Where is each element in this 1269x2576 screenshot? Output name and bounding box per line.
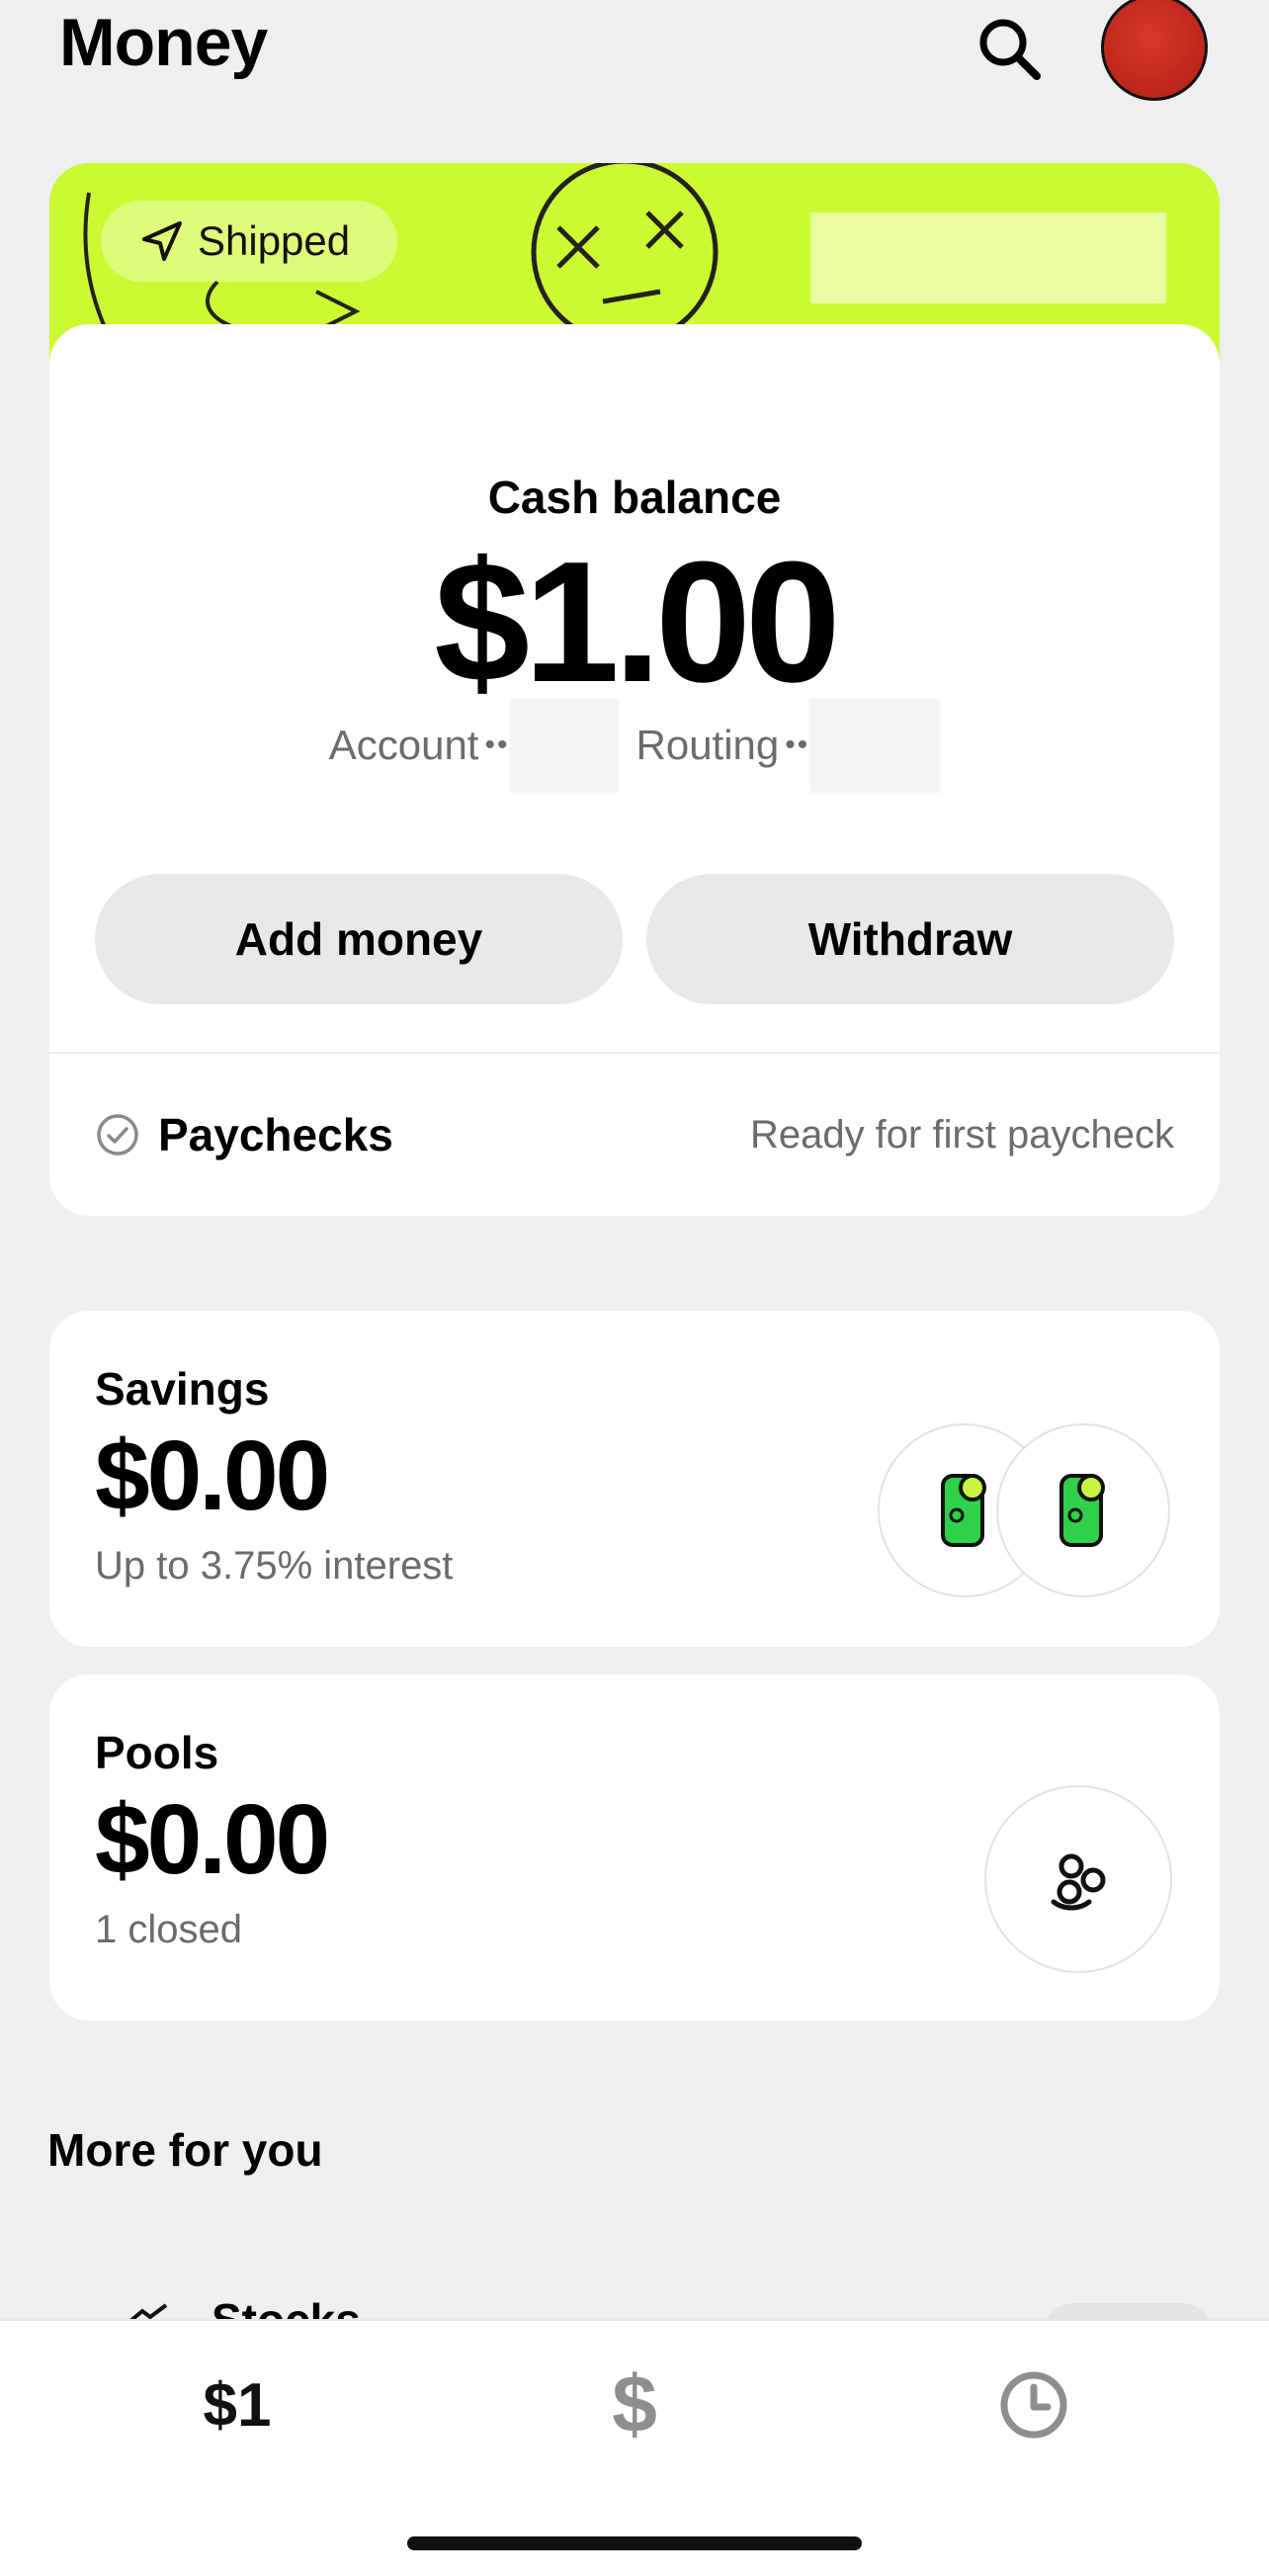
pools-label: Pools	[95, 1727, 219, 1778]
search-icon	[979, 19, 1041, 80]
account-routing-row[interactable]: Account •• Routing ••	[49, 698, 1220, 793]
home-indicator[interactable]	[407, 2536, 862, 2550]
savings-interest: Up to 3.75% interest	[95, 1544, 454, 1588]
paychecks-status: Ready for first paycheck	[749, 1112, 1174, 1157]
check-circle-icon	[97, 1114, 138, 1156]
shipped-status-badge[interactable]: Shipped	[101, 201, 398, 282]
cash-balance-amount: $1.00	[434, 525, 840, 718]
account-redacted	[509, 698, 619, 793]
savings-icon-circle	[996, 1423, 1170, 1597]
redacted-card-detail	[810, 213, 1166, 303]
divider	[49, 1052, 1220, 1054]
tab-pay[interactable]: $	[565, 2360, 704, 2449]
send-icon	[142, 221, 182, 261]
pools-icon-circle	[984, 1785, 1172, 1973]
cash-balance-label: Cash balance	[487, 472, 782, 523]
account-masked-dots: ••	[484, 729, 510, 761]
pools-icon	[1051, 1853, 1106, 1911]
paychecks-label: Paychecks	[158, 1109, 393, 1160]
savings-amount: $0.00	[95, 1420, 330, 1531]
withdraw-button[interactable]: Withdraw	[646, 874, 1174, 1004]
avatar[interactable]	[1101, 0, 1208, 101]
bottom-tab-bar: $1 $	[0, 2319, 1269, 2576]
routing-number[interactable]: Routing ••	[636, 698, 941, 793]
account-label: Account	[328, 722, 479, 768]
routing-masked-dots: ••	[785, 729, 810, 761]
clock-icon	[1000, 2371, 1067, 2439]
tab-balance[interactable]: $1	[158, 2361, 316, 2449]
pools-card[interactable]: Pools $0.00 1 closed	[49, 1674, 1220, 2020]
cash-balance-card: Cash balance $1.00 Account •• Routing ••…	[49, 324, 1220, 1216]
more-for-you-heading: More for you	[47, 2124, 323, 2176]
routing-label: Routing	[635, 722, 780, 768]
tab-activity[interactable]	[984, 2361, 1083, 2449]
savings-label: Savings	[95, 1363, 270, 1415]
paychecks-row[interactable]: Paychecks Ready for first paycheck	[95, 1056, 1174, 1214]
add-money-button[interactable]: Add money	[95, 874, 623, 1004]
search-button[interactable]	[969, 8, 1052, 91]
pools-status: 1 closed	[95, 1908, 242, 1951]
account-number[interactable]: Account ••	[329, 698, 636, 793]
page-title: Money	[59, 5, 268, 80]
savings-card[interactable]: Savings $0.00 Up to 3.75% interest	[49, 1311, 1220, 1647]
shipped-label: Shipped	[198, 217, 351, 264]
pools-amount: $0.00	[95, 1784, 330, 1895]
routing-redacted	[809, 698, 941, 793]
cash-roll-icon	[941, 1474, 986, 1547]
cash-roll-icon	[1059, 1474, 1105, 1547]
